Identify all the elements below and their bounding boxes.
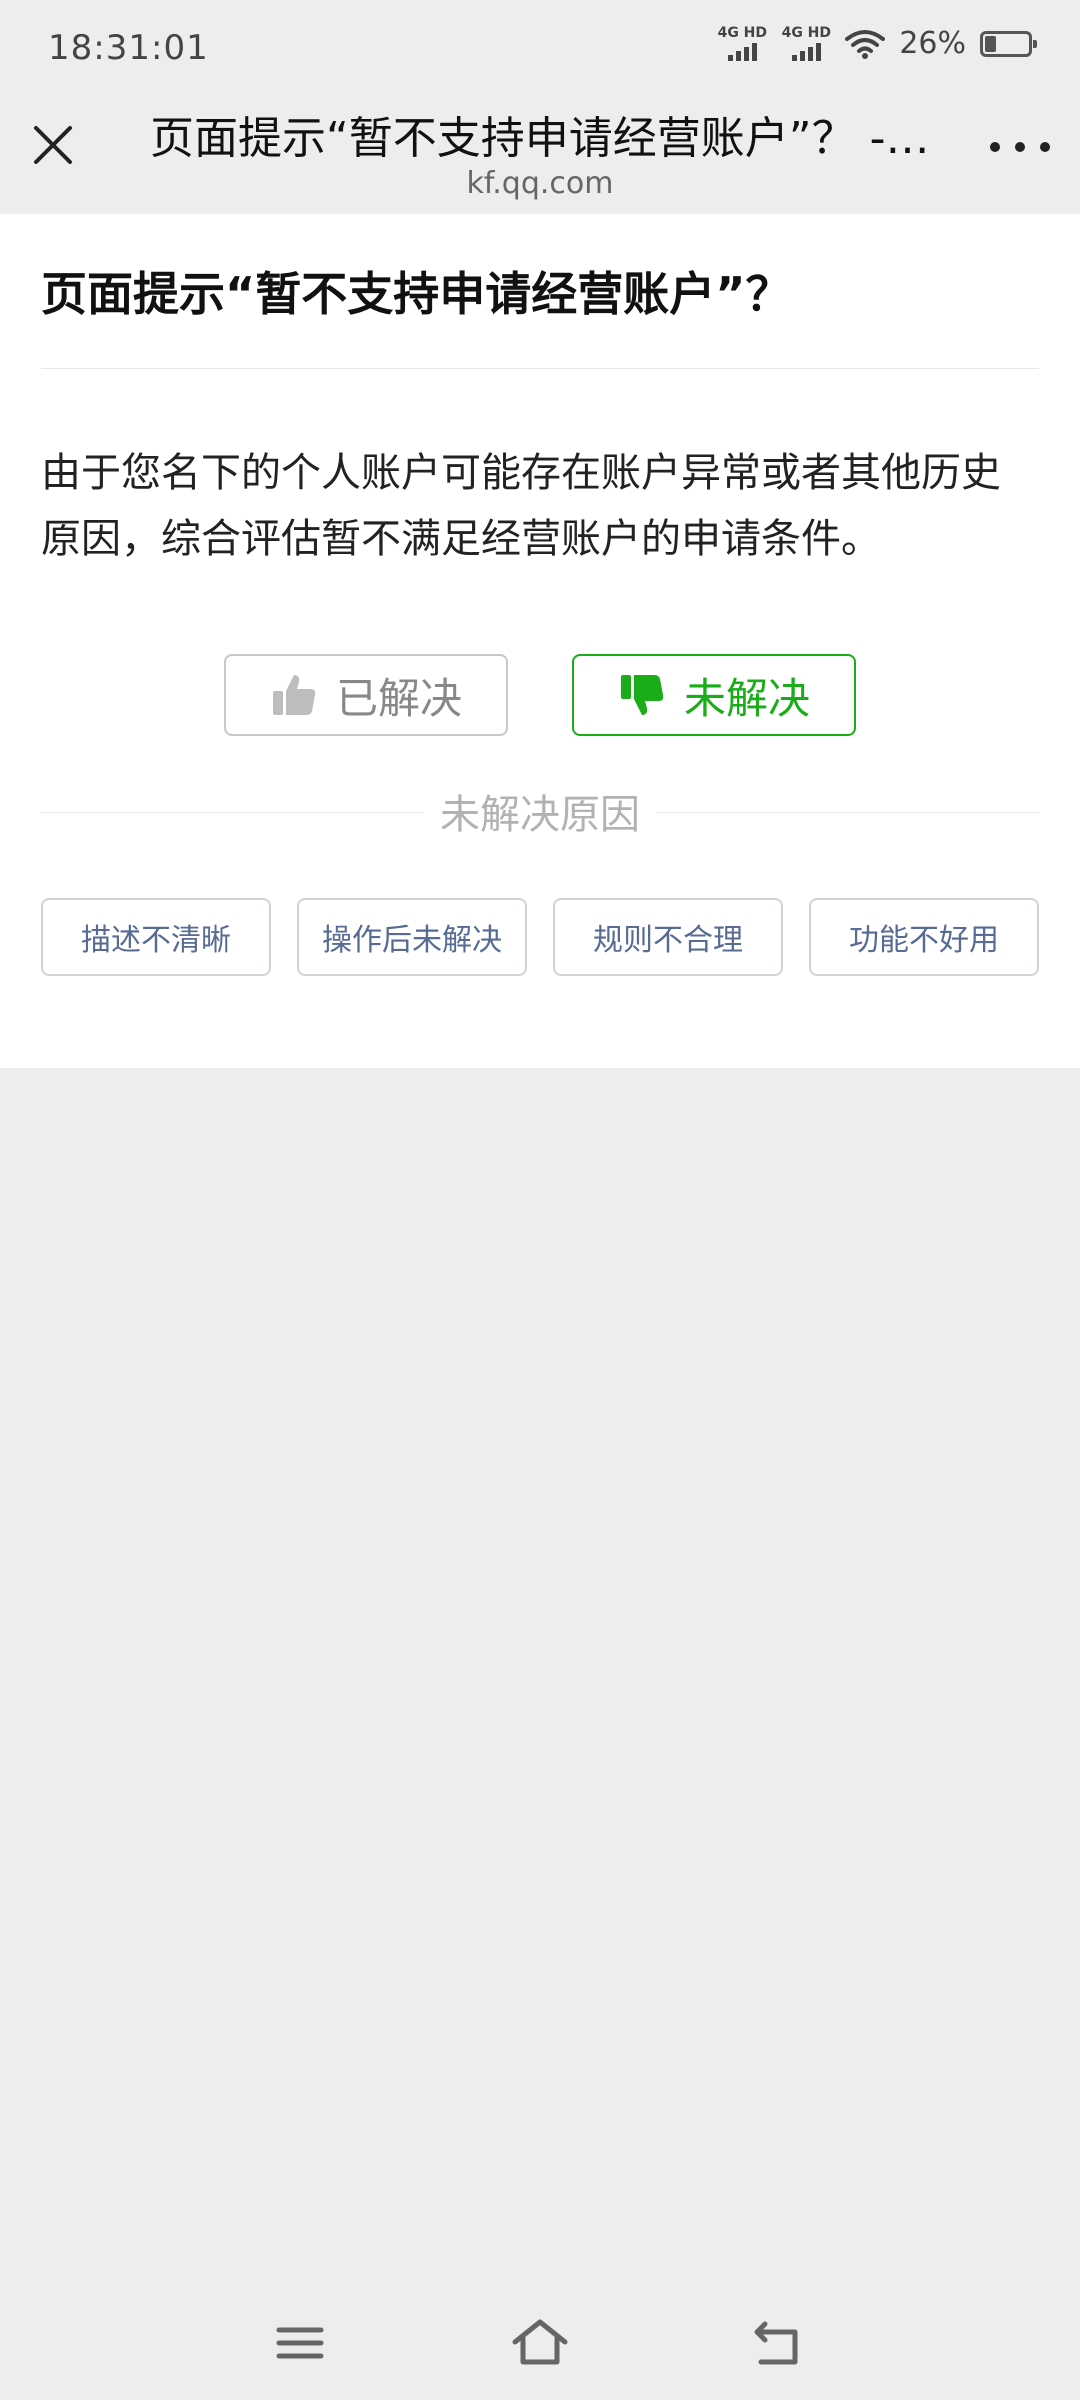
faq-card: 页面提示“暂不支持申请经营账户”？ 由于您名下的个人账户可能存在账户异常或者其他… bbox=[0, 214, 1080, 1068]
status-bar: 18:31:01 4G HD 4G HD 26% bbox=[0, 0, 1080, 96]
network-type-label: 4G HD bbox=[781, 25, 832, 41]
question-title: 页面提示“暂不支持申请经营账户”？ bbox=[41, 267, 792, 321]
wifi-icon bbox=[845, 29, 886, 59]
webview-nav-bar: 页面提示“暂不支持申请经营账户”？ - 微信支付 kf.qq.com bbox=[0, 96, 1080, 214]
divider bbox=[41, 368, 1039, 369]
reason-tag-not-solved[interactable]: 操作后未解决 bbox=[297, 898, 527, 976]
unresolved-label: 未解决 bbox=[683, 673, 810, 723]
status-icons: 4G HD 4G HD 26% bbox=[717, 26, 1037, 61]
resolved-label: 已解决 bbox=[335, 673, 462, 723]
more-icon-dot bbox=[1015, 142, 1025, 152]
reason-tag-unreasonable[interactable]: 规则不合理 bbox=[553, 898, 783, 976]
signal-2: 4G HD bbox=[781, 26, 831, 61]
reason-tag-bad-function[interactable]: 功能不好用 bbox=[809, 898, 1039, 976]
reason-section-header: 未解决原因 bbox=[41, 782, 1039, 842]
status-time: 18:31:01 bbox=[48, 28, 209, 68]
battery-percentage: 26% bbox=[899, 26, 966, 61]
thumbs-up-icon bbox=[272, 675, 316, 715]
home-icon[interactable] bbox=[505, 2308, 575, 2378]
back-icon[interactable] bbox=[745, 2308, 815, 2378]
signal-1: 4G HD bbox=[717, 26, 767, 61]
more-icon-dot bbox=[1040, 142, 1050, 152]
signal-bars-icon bbox=[727, 43, 757, 61]
network-type-label: 4G HD bbox=[717, 25, 768, 41]
page-title: 页面提示“暂不支持申请经营账户”？ - 微信支付 bbox=[150, 113, 930, 164]
battery-level bbox=[985, 35, 996, 52]
page-domain: kf.qq.com bbox=[466, 166, 614, 201]
unresolved-button[interactable]: 未解决 bbox=[572, 654, 856, 736]
battery-icon bbox=[980, 30, 1037, 57]
menu-icon[interactable] bbox=[265, 2308, 335, 2378]
thumbs-down-icon bbox=[620, 675, 664, 715]
more-button[interactable] bbox=[990, 132, 1050, 162]
reason-tag-unclear[interactable]: 描述不清晰 bbox=[41, 898, 271, 976]
reason-tags: 描述不清晰 操作后未解决 规则不合理 功能不好用 bbox=[41, 898, 1039, 976]
resolved-button[interactable]: 已解决 bbox=[224, 654, 508, 736]
signal-bars-icon bbox=[791, 43, 821, 61]
system-nav-bar bbox=[0, 2284, 1080, 2400]
reason-title: 未解决原因 bbox=[424, 782, 656, 840]
more-icon-dot bbox=[990, 142, 1000, 152]
answer-text: 由于您名下的个人账户可能存在账户异常或者其他历史原因，综合评估暂不满足经营账户的… bbox=[41, 450, 1001, 562]
